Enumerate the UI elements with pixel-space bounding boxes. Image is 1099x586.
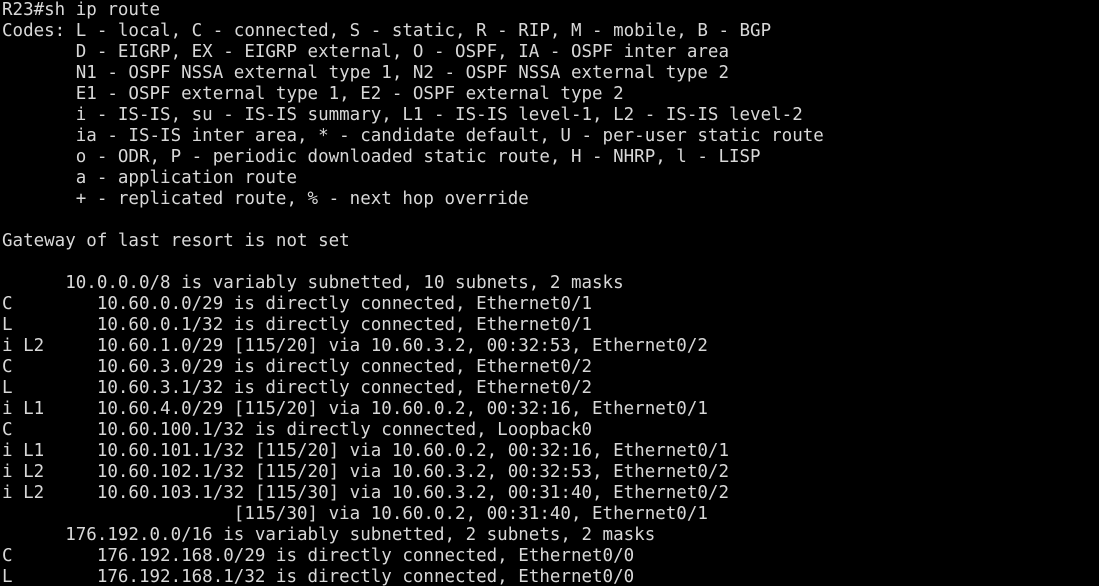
terminal-line-codes: a - application route bbox=[2, 168, 298, 188]
terminal-line-codes: E1 - OSPF external type 1, E2 - OSPF ext… bbox=[2, 84, 624, 104]
terminal-line-gateway: Gateway of last resort is not set bbox=[2, 231, 350, 251]
terminal-line-codes: o - ODR, P - periodic downloaded static … bbox=[2, 147, 761, 167]
terminal-line-route: i L2 10.60.1.0/29 [115/20] via 10.60.3.2… bbox=[2, 336, 708, 356]
terminal-line-codes: N1 - OSPF NSSA external type 1, N2 - OSP… bbox=[2, 63, 729, 83]
terminal-line-route: C 10.60.0.0/29 is directly connected, Et… bbox=[2, 294, 593, 314]
terminal-line-route: i L2 10.60.102.1/32 [115/20] via 10.60.3… bbox=[2, 462, 729, 482]
terminal-line-route: L 176.192.168.1/32 is directly connected… bbox=[2, 567, 635, 586]
terminal-line-codes: D - EIGRP, EX - EIGRP external, O - OSPF… bbox=[2, 42, 729, 62]
terminal-line-route: i L1 10.60.101.1/32 [115/20] via 10.60.0… bbox=[2, 441, 729, 461]
terminal-line-route: i L2 10.60.103.1/32 [115/30] via 10.60.3… bbox=[2, 483, 729, 503]
terminal-line-route-continuation: [115/30] via 10.60.0.2, 00:31:40, Ethern… bbox=[2, 504, 708, 524]
terminal-line-route: L 10.60.0.1/32 is directly connected, Et… bbox=[2, 315, 593, 335]
terminal-line-command: R23#sh ip route bbox=[2, 0, 161, 20]
terminal-line-route: L 10.60.3.1/32 is directly connected, Et… bbox=[2, 378, 593, 398]
terminal-line-route: i L1 10.60.4.0/29 [115/20] via 10.60.0.2… bbox=[2, 399, 708, 419]
terminal-line-network-summary: 10.0.0.0/8 is variably subnetted, 10 sub… bbox=[2, 273, 624, 293]
terminal-line-codes: Codes: L - local, C - connected, S - sta… bbox=[2, 21, 772, 41]
terminal-line-route: C 10.60.3.0/29 is directly connected, Et… bbox=[2, 357, 593, 377]
terminal-line-codes: ia - IS-IS inter area, * - candidate def… bbox=[2, 126, 824, 146]
terminal-line-network-summary: 176.192.0.0/16 is variably subnetted, 2 … bbox=[2, 525, 656, 545]
terminal-output[interactable]: R23#sh ip route Codes: L - local, C - co… bbox=[0, 0, 1099, 586]
terminal-line-codes: i - IS-IS, su - IS-IS summary, L1 - IS-I… bbox=[2, 105, 803, 125]
terminal-line-route: C 10.60.100.1/32 is directly connected, … bbox=[2, 420, 593, 440]
terminal-line-codes: + - replicated route, % - next hop overr… bbox=[2, 189, 529, 209]
terminal-line-route: C 176.192.168.0/29 is directly connected… bbox=[2, 546, 635, 566]
